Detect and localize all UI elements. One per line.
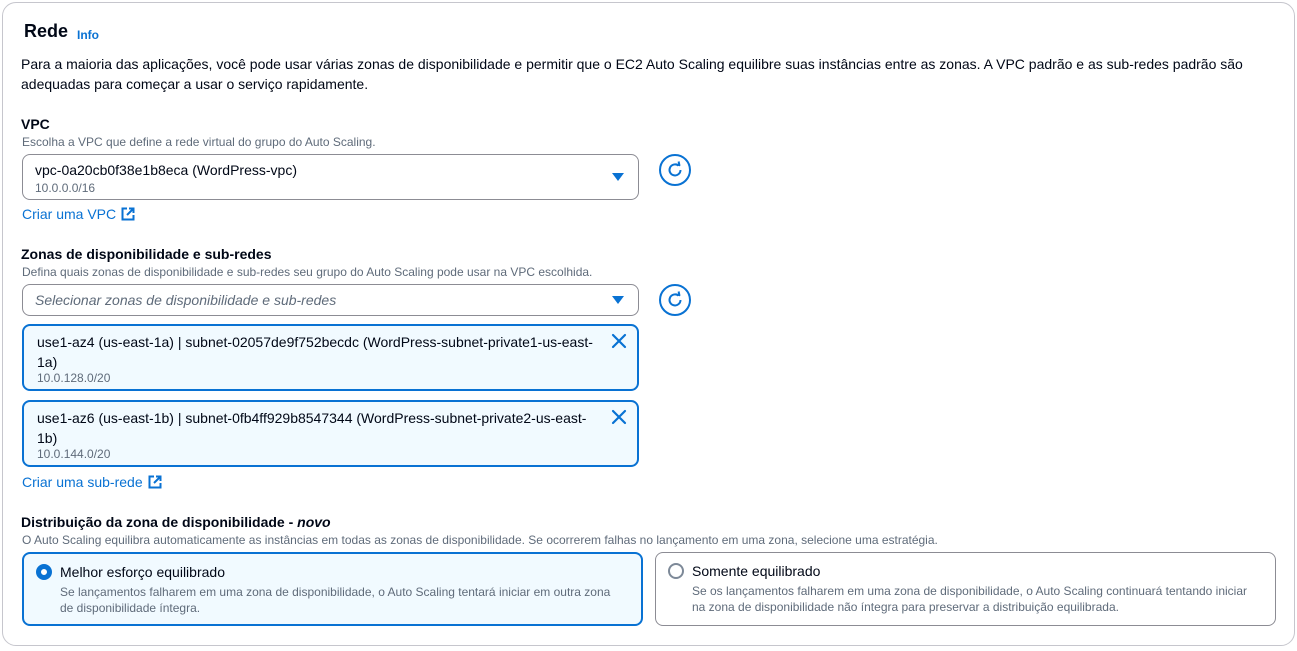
vpc-hint: Escolha a VPC que define a rede virtual … <box>22 135 376 149</box>
vpc-label: VPC <box>21 116 50 132</box>
caret-down-icon <box>612 173 624 181</box>
vpc-selected-value: vpc-0a20cb0f38e1b8eca (WordPress-vpc) <box>35 162 297 178</box>
subnet-token-cidr: 10.0.128.0/20 <box>37 371 111 385</box>
zones-hint: Defina quais zonas de disponibilidade e … <box>22 265 593 279</box>
subnet-token-label: use1-az6 (us-east-1b) | subnet-0fb4ff929… <box>37 410 587 446</box>
distribution-label-text: Distribuição da zona de disponibilidade … <box>21 514 298 530</box>
radio-unselected[interactable] <box>668 563 684 579</box>
vpc-select[interactable]: vpc-0a20cb0f38e1b8eca (WordPress-vpc) 10… <box>22 154 639 200</box>
create-vpc-label: Criar uma VPC <box>22 206 117 222</box>
refresh-icon <box>668 161 682 177</box>
strategy-option-label: Melhor esforço equilibrado <box>60 564 225 580</box>
zones-label: Zonas de disponibilidade e sub-redes <box>21 246 272 262</box>
close-icon[interactable] <box>610 408 628 426</box>
zones-multiselect[interactable]: Selecionar zonas de disponibilidade e su… <box>22 284 639 316</box>
section-description: Para a maioria das aplicações, você pode… <box>21 56 1243 92</box>
info-link[interactable]: Info <box>77 28 99 42</box>
external-link-icon <box>148 475 162 489</box>
zones-refresh-button[interactable] <box>659 284 691 316</box>
strategy-option-label: Somente equilibrado <box>692 563 821 579</box>
caret-down-icon <box>612 296 624 304</box>
subnet-token: use1-az4 (us-east-1a) | subnet-02057de9f… <box>22 324 639 391</box>
section-title: Rede <box>24 21 69 41</box>
create-subnet-label: Criar uma sub-rede <box>22 474 143 490</box>
external-link-icon <box>121 207 135 221</box>
subnet-token-label: use1-az4 (us-east-1a) | subnet-02057de9f… <box>37 334 593 370</box>
new-badge: novo <box>297 514 331 530</box>
strategy-option-description: Se os lançamentos falharem em uma zona d… <box>692 584 1248 614</box>
strategy-option-best-effort[interactable]: Melhor esforço equilibrado Se lançamento… <box>22 552 643 626</box>
strategy-option-description: Se lançamentos falharem em uma zona de d… <box>60 585 611 615</box>
vpc-refresh-button[interactable] <box>659 154 691 186</box>
vpc-cidr: 10.0.0.0/16 <box>35 181 96 195</box>
strategy-option-balanced-only[interactable]: Somente equilibrado Se os lançamentos fa… <box>655 552 1276 626</box>
distribution-label: Distribuição da zona de disponibilidade … <box>21 514 331 530</box>
create-vpc-link[interactable]: Criar uma VPC <box>22 206 135 222</box>
radio-selected[interactable] <box>36 564 52 580</box>
subnet-token: use1-az6 (us-east-1b) | subnet-0fb4ff929… <box>22 400 639 467</box>
close-icon[interactable] <box>610 332 628 350</box>
distribution-hint: O Auto Scaling equilibra automaticamente… <box>22 533 938 547</box>
create-subnet-link[interactable]: Criar uma sub-rede <box>22 474 162 490</box>
refresh-icon <box>668 291 682 307</box>
subnet-token-cidr: 10.0.144.0/20 <box>37 447 111 461</box>
zones-placeholder: Selecionar zonas de disponibilidade e su… <box>35 292 337 308</box>
